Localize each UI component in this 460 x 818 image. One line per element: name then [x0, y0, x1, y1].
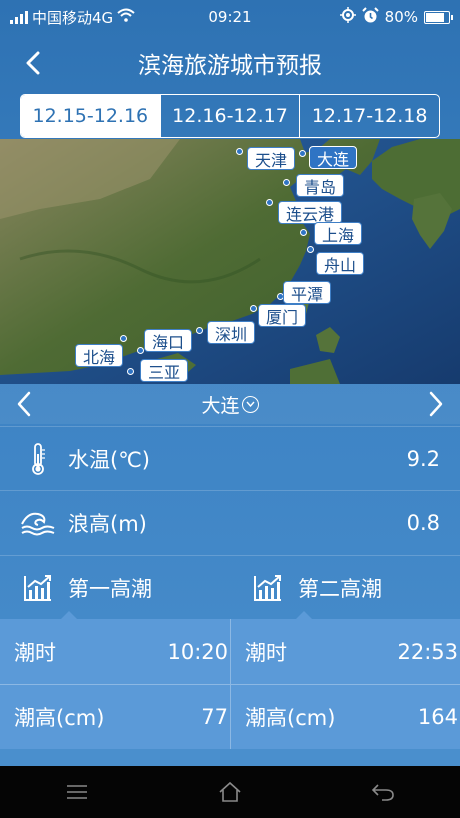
first-high-tide-header: 第一高潮: [0, 556, 230, 619]
location-icon: [339, 7, 356, 27]
second-tide-column: 潮时 22:53 潮高(cm) 164: [230, 619, 460, 749]
map-marker: [236, 148, 243, 155]
chevron-right-icon: [429, 391, 443, 417]
tab-date-1[interactable]: 12.15-12.16: [21, 95, 160, 137]
first-tide-height-value: 77: [201, 705, 228, 729]
home-button[interactable]: [210, 772, 250, 812]
return-icon: [372, 784, 395, 801]
city-label-sanya[interactable]: 三亚: [140, 359, 189, 382]
city-selector: 大连: [0, 384, 460, 424]
menu-button[interactable]: [57, 772, 97, 812]
page-title: 滨海旅游城市预报: [138, 53, 322, 79]
chevron-down-icon: [241, 395, 259, 413]
menu-icon: [66, 785, 87, 799]
system-nav-bar: [0, 766, 460, 818]
city-label-shenzhen[interactable]: 深圳: [207, 321, 256, 344]
first-high-tide-title: 第一高潮: [68, 576, 152, 601]
city-label-haikou[interactable]: 海口: [144, 329, 193, 352]
carrier-label: 中国移动4G: [32, 8, 114, 27]
city-label-pingtan[interactable]: 平潭: [283, 281, 332, 304]
date-tabs: 12.15-12.16 12.16-12.17 12.17-12.18: [20, 94, 440, 138]
city-label-tianjin[interactable]: 天津: [247, 147, 296, 170]
first-tide-height-row: 潮高(cm) 77: [0, 684, 230, 749]
second-tide-time-row: 潮时 22:53: [231, 619, 460, 684]
battery-percent: 80%: [384, 8, 418, 26]
status-bar: 中国移动4G 09:21 80%: [0, 0, 460, 34]
second-tide-height-value: 164: [417, 705, 458, 729]
wifi-icon: [117, 8, 135, 26]
app-header: 滨海旅游城市预报: [0, 34, 460, 92]
map-marker: [307, 246, 314, 253]
map-marker: [137, 347, 144, 354]
tab-date-2[interactable]: 12.16-12.17: [159, 95, 300, 137]
map-background: [0, 139, 460, 384]
city-label-beihai[interactable]: 北海: [75, 344, 124, 367]
map-marker: [300, 229, 307, 236]
battery-icon: [424, 10, 453, 24]
thermometer-icon: [20, 441, 56, 477]
tide-height-label: 潮高(cm): [14, 706, 105, 730]
home-icon: [219, 781, 241, 802]
water-temp-value: 9.2: [406, 446, 440, 471]
map-marker: [299, 150, 306, 157]
pointer-notch: [61, 611, 77, 619]
map-marker: [250, 305, 257, 312]
tide-time-label: 潮时: [245, 640, 287, 665]
tide-chart-icon: [250, 570, 286, 606]
second-high-tide-title: 第二高潮: [298, 576, 382, 601]
bottom-strip: [0, 749, 460, 766]
prev-city-button[interactable]: [8, 388, 40, 420]
map-marker: [196, 327, 203, 334]
back-button[interactable]: [16, 46, 50, 80]
tide-height-label: 潮高(cm): [245, 706, 336, 730]
first-tide-column: 潮时 10:20 潮高(cm) 77: [0, 619, 230, 749]
tab-date-3[interactable]: 12.17-12.18: [299, 95, 439, 137]
chevron-left-icon: [26, 51, 40, 75]
map-marker: [120, 335, 127, 342]
water-temp-row: 水温(℃) 9.2: [0, 426, 460, 490]
wave-height-value: 0.8: [406, 510, 440, 535]
map-marker: [283, 179, 290, 186]
tide-time-label: 潮时: [14, 640, 56, 665]
city-label-shanghai[interactable]: 上海: [314, 222, 363, 245]
signal-icon: [10, 10, 28, 24]
chevron-left-icon: [17, 391, 31, 417]
map-marker: [127, 368, 134, 375]
first-tide-time-value: 10:20: [167, 639, 228, 664]
city-label-dalian[interactable]: 大连: [309, 146, 358, 169]
tide-headers: 第一高潮 第二高潮: [0, 555, 460, 619]
wave-height-row: 浪高(m) 0.8: [0, 490, 460, 554]
next-city-button[interactable]: [420, 388, 452, 420]
wave-height-label: 浪高(m): [68, 511, 147, 536]
tide-chart-icon: [20, 570, 56, 606]
tide-grid: 潮时 10:20 潮高(cm) 77 潮时 22:53 潮高(cm) 164: [0, 619, 460, 749]
city-dropdown[interactable]: 大连: [201, 391, 259, 418]
wave-icon: [20, 505, 56, 541]
pointer-notch: [296, 611, 312, 619]
selected-city: 大连: [201, 394, 240, 417]
second-tide-time-value: 22:53: [397, 639, 458, 664]
city-label-zhoushan[interactable]: 舟山: [316, 252, 365, 275]
nav-back-button[interactable]: [363, 772, 403, 812]
city-label-qingdao[interactable]: 青岛: [296, 174, 345, 197]
city-label-xiamen[interactable]: 厦门: [258, 304, 307, 327]
map-marker: [266, 199, 273, 206]
second-high-tide-header: 第二高潮: [230, 556, 460, 619]
alarm-icon: [361, 6, 379, 28]
first-tide-time-row: 潮时 10:20: [0, 619, 230, 684]
water-temp-label: 水温(℃): [68, 447, 150, 472]
coastal-map: 天津 大连 青岛 连云港 上海 舟山 平潭 厦门 深圳 海口 北海 三亚: [0, 139, 460, 384]
second-tide-height-row: 潮高(cm) 164: [231, 684, 460, 749]
